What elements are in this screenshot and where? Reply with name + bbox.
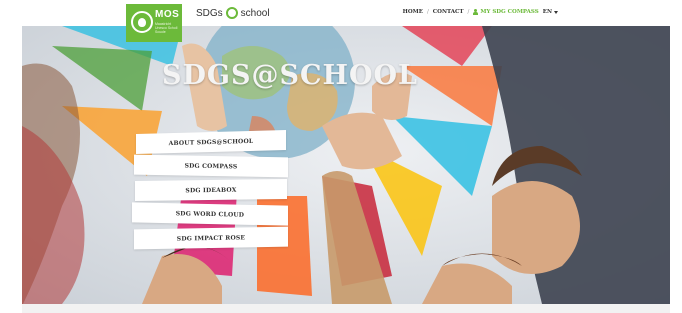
hero-menu: ABOUT SDGS@SCHOOL SDG COMPASS SDG IDEABO…	[132, 130, 292, 252]
site-brand[interactable]: SDGs school	[196, 7, 270, 19]
language-selector[interactable]: EN	[543, 9, 558, 15]
top-header: MOS Maastricht Unesco Scholl Scuole SDGs…	[22, 0, 670, 42]
menu-compass-button[interactable]: SDG COMPASS	[134, 154, 288, 178]
logo-name: MOS	[155, 9, 180, 20]
brand-prefix: SDGs	[196, 7, 223, 19]
brand-suffix: school	[240, 7, 270, 19]
logo-subtitle: Maastricht Unesco Scholl Scuole	[155, 22, 178, 35]
language-label: EN	[542, 9, 552, 15]
menu-about-label: ABOUT SDGS@SCHOOL	[168, 137, 254, 147]
nav-separator: /	[467, 9, 470, 15]
page: MOS Maastricht Unesco Scholl Scuole SDGs…	[0, 0, 682, 313]
user-icon	[473, 9, 479, 15]
hero-banner: SDGS@SCHOOL ABOUT SDGS@SCHOOL SDG COMPAS…	[22, 26, 670, 304]
menu-impact-rose-button[interactable]: SDG IMPACT ROSE	[134, 226, 288, 250]
nav-separator: /	[426, 9, 429, 15]
menu-compass-label: SDG COMPASS	[184, 162, 238, 170]
menu-about-button[interactable]: ABOUT SDGS@SCHOOL	[136, 130, 286, 154]
menu-word-cloud-label: SDG WORD CLOUD	[175, 209, 245, 219]
chevron-down-icon	[554, 10, 558, 14]
mos-logo[interactable]: MOS Maastricht Unesco Scholl Scuole	[126, 4, 182, 42]
nav-contact-link[interactable]: CONTACT	[433, 9, 464, 15]
main-nav: HOME / CONTACT / MY SDG COMPASS EN	[403, 9, 558, 15]
nav-my-compass-label: MY SDG COMPASS	[480, 9, 539, 15]
hero-title: SDGS@SCHOOL	[162, 60, 418, 91]
apple-logo-icon	[131, 11, 153, 33]
menu-ideabox-button[interactable]: SDG IDEABOX	[135, 178, 287, 202]
nav-my-compass-link[interactable]: MY SDG COMPASS	[473, 9, 539, 15]
menu-impact-rose-label: SDG IMPACT ROSE	[176, 233, 246, 243]
nav-home-link[interactable]: HOME	[403, 9, 423, 15]
menu-ideabox-label: SDG IDEABOX	[185, 186, 237, 194]
menu-word-cloud-button[interactable]: SDG WORD CLOUD	[132, 202, 288, 226]
footer-strip	[22, 304, 670, 313]
sdg-ring-icon	[225, 7, 238, 19]
